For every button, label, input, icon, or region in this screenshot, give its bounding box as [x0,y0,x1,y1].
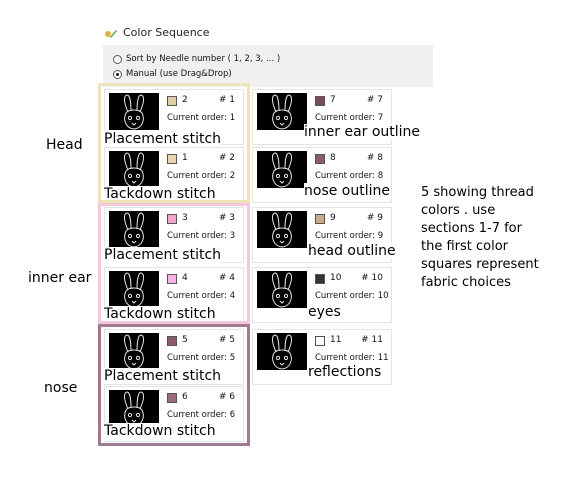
palette-icon [104,28,118,40]
needle-number: 9 [330,213,336,223]
current-order: Current order: 11 [315,353,389,363]
window-title: Color Sequence [123,26,210,39]
color-card-8[interactable]: 8 # 8 Current order: 8 nose outline [252,147,392,203]
sequence-number: # 7 [366,95,383,105]
sequence-number: # 9 [366,213,383,223]
color-card-9[interactable]: 9 # 9 Current order: 9 head outline [252,207,396,263]
design-thumbnail [257,333,307,370]
inner-ear-group-outline [98,203,250,324]
current-order: Current order: 10 [315,291,389,301]
note-line: colors . use [421,203,496,218]
needle-number: 7 [330,95,336,105]
design-thumbnail [257,151,307,188]
note-line: squares represent [421,257,539,272]
thread-color-swatch [315,154,325,164]
color-card-7[interactable]: 7 # 7 Current order: 7 inner ear outline [252,89,421,145]
annotation-label: head outline [308,243,396,259]
nose-group-outline [98,324,250,446]
bunny-outline-icon [272,152,292,188]
color-card-11[interactable]: 11 # 11 Current order: 11 reflections [252,329,392,385]
design-thumbnail [257,93,307,130]
note-line: sections 1-7 for [421,221,522,236]
head-group-outline [98,83,250,203]
bunny-outline-icon [272,212,292,248]
annotation-label: nose outline [304,183,390,199]
manual-drag-drop-option[interactable]: Manual (use Drag&Drop) [113,69,232,79]
bunny-outline-icon [272,94,292,130]
sequence-number: # 8 [366,153,383,163]
nose-group-label: nose [44,380,78,396]
note-line: fabric choices [421,275,511,290]
annotation-label: reflections [308,364,382,380]
inner-ear-group-label: inner ear [28,270,92,286]
annotation-label: eyes [308,304,341,320]
needle-number: 10 [330,273,342,283]
needle-number: 11 [330,335,342,345]
bunny-outline-icon [272,334,292,370]
sort-options-panel [103,45,433,87]
note-line: the first color [421,239,509,254]
thread-color-swatch [315,336,325,346]
sequence-number: # 10 [361,273,383,283]
design-thumbnail [257,271,307,308]
sort-by-needle-label: Sort by Needle number ( 1, 2, 3, ... ) [126,54,281,64]
thread-color-swatch [315,274,325,284]
sequence-number: # 11 [361,335,383,345]
annotation-note: 5 showing thread colors . use sections 1… [421,184,566,292]
color-card-10[interactable]: 10 # 10 Current order: 10 eyes [252,267,392,323]
current-order: Current order: 7 [315,113,384,123]
current-order: Current order: 8 [315,171,384,181]
needle-number: 8 [330,153,336,163]
bunny-outline-icon [272,272,292,308]
manual-drag-drop-label: Manual (use Drag&Drop) [126,69,232,79]
design-thumbnail [257,211,307,248]
thread-color-swatch [315,96,325,106]
current-order: Current order: 9 [315,231,384,241]
annotation-label: inner ear outline [304,124,421,140]
thread-color-swatch [315,214,325,224]
sort-by-needle-radio[interactable] [113,54,122,64]
sort-by-needle-option[interactable]: Sort by Needle number ( 1, 2, 3, ... ) [113,54,280,64]
manual-drag-drop-radio[interactable] [113,69,122,79]
head-group-label: Head [46,137,83,153]
note-line: 5 showing thread [421,185,534,200]
